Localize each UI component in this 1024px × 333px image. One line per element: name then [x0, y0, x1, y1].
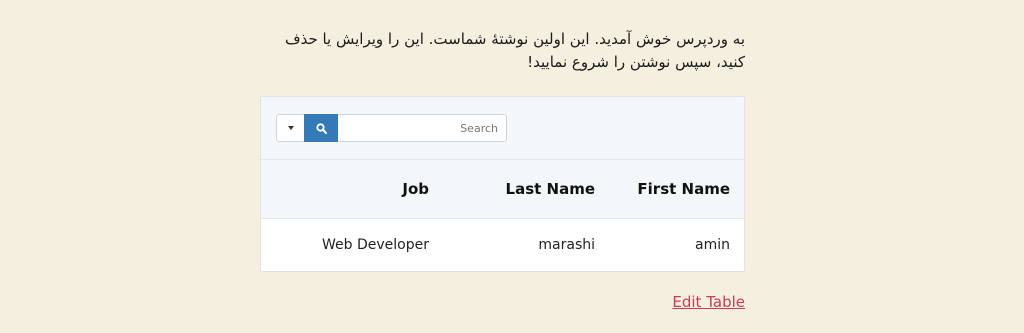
table-header-row: Job Last Name First Name — [261, 160, 744, 218]
search-button[interactable] — [304, 114, 338, 142]
post-content: به وردپرس خوش آمدید. این اولین نوشتهٔ شم… — [260, 0, 745, 311]
table-toolbar — [261, 97, 744, 160]
cell-last-name: marashi — [538, 236, 595, 253]
header-last-name[interactable]: Last Name — [445, 160, 595, 218]
table-row: Web Developer marashi amin — [261, 218, 744, 271]
cell-job: Web Developer — [322, 236, 429, 253]
header-job[interactable]: Job — [261, 160, 445, 218]
search-input[interactable] — [338, 114, 507, 142]
data-table: Job Last Name First Name Web Developer m… — [261, 160, 744, 271]
edit-table-link[interactable]: Edit Table — [672, 293, 745, 311]
intro-paragraph: به وردپرس خوش آمدید. این اولین نوشتهٔ شم… — [285, 30, 745, 71]
header-first-name[interactable]: First Name — [595, 160, 744, 218]
filter-dropdown-button[interactable] — [276, 114, 304, 142]
cell-first-name: amin — [695, 236, 730, 253]
search-group — [276, 114, 507, 142]
data-table-widget: Job Last Name First Name Web Developer m… — [260, 96, 745, 272]
search-icon — [315, 122, 327, 134]
caret-down-icon — [287, 126, 294, 130]
